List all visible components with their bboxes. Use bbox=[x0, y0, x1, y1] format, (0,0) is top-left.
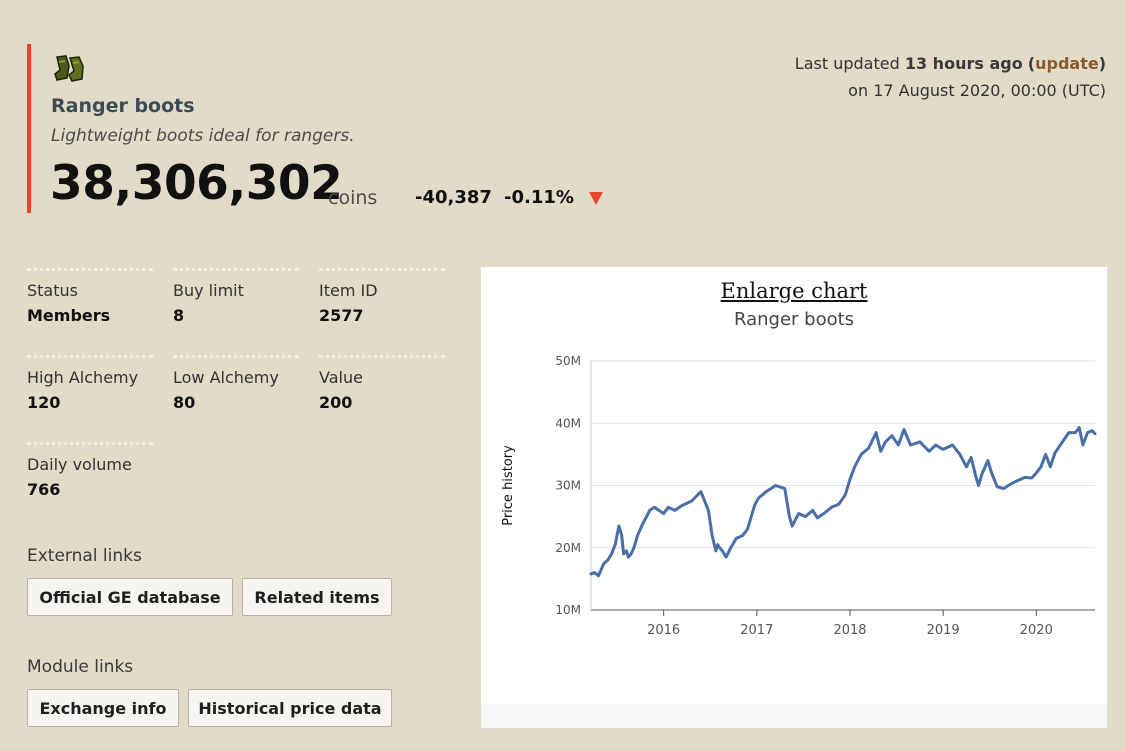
last-updated: Last updated 13 hours ago (update) on 17… bbox=[795, 50, 1106, 104]
info-daily-volume: Daily volume 766 bbox=[27, 442, 153, 499]
down-arrow-icon bbox=[589, 192, 603, 205]
item-header: Ranger boots Lightweight boots ideal for… bbox=[27, 44, 651, 213]
info-value: 200 bbox=[319, 393, 353, 412]
info-label: Daily volume bbox=[27, 455, 132, 474]
y-tick-label: 20M bbox=[555, 541, 581, 555]
dotted-divider bbox=[27, 355, 153, 358]
price-history-line bbox=[589, 426, 1097, 578]
update-link-open: ( bbox=[1027, 54, 1036, 73]
dotted-divider bbox=[319, 355, 445, 358]
x-tick-label: 2019 bbox=[927, 623, 960, 638]
dotted-divider bbox=[27, 268, 153, 271]
info-value: Members bbox=[27, 306, 111, 325]
y-axis-title: Price history bbox=[501, 445, 516, 526]
dotted-divider bbox=[173, 268, 299, 271]
x-tick-label: 2016 bbox=[647, 623, 680, 638]
last-updated-date: on 17 August 2020, 00:00 (UTC) bbox=[848, 81, 1106, 100]
update-link-close: ) bbox=[1098, 54, 1106, 73]
info-label: Value bbox=[319, 368, 363, 387]
info-status: Status Members bbox=[27, 268, 153, 325]
official-ge-database-button[interactable]: Official GE database bbox=[27, 578, 233, 616]
info-value: 80 bbox=[173, 393, 196, 412]
info-high-alchemy: High Alchemy 120 bbox=[27, 355, 153, 412]
info-value: 766 bbox=[27, 480, 61, 499]
price-change: -40,387 bbox=[415, 187, 492, 208]
y-tick-label: 40M bbox=[555, 416, 581, 430]
item-description: Lightweight boots ideal for rangers. bbox=[51, 126, 355, 146]
y-tick-label: 50M bbox=[555, 354, 581, 368]
info-label: Item ID bbox=[319, 281, 378, 300]
info-value: 2577 bbox=[319, 306, 364, 325]
x-tick-label: 2017 bbox=[740, 623, 773, 638]
info-value: 8 bbox=[173, 306, 185, 325]
price-history-chart: 10M 20M 30M 40M 50M 2016 2017 2018 2019 2020 Price… bbox=[501, 354, 1097, 638]
x-tick-label: 2020 bbox=[1020, 623, 1053, 638]
info-label: Low Alchemy bbox=[173, 368, 279, 387]
item-name: Ranger boots bbox=[51, 95, 195, 117]
related-items-button[interactable]: Related items bbox=[242, 578, 392, 616]
exchange-info-button[interactable]: Exchange info bbox=[27, 689, 179, 727]
historical-price-data-button[interactable]: Historical price data bbox=[188, 689, 392, 727]
info-value: 120 bbox=[27, 393, 61, 412]
price-change-percent: -0.11% bbox=[504, 187, 574, 208]
external-links-label: External links bbox=[27, 546, 142, 566]
price-unit: coins bbox=[328, 187, 378, 209]
last-updated-line: Last updated 13 hours ago (update) bbox=[795, 50, 1106, 77]
info-buy-limit: Buy limit 8 bbox=[173, 268, 299, 325]
update-link[interactable]: update bbox=[1035, 54, 1099, 73]
price-row: 38,306,302 coins -40,387 -0.11% bbox=[50, 156, 650, 216]
info-low-alchemy: Low Alchemy 80 bbox=[173, 355, 299, 412]
info-value-field: Value 200 bbox=[319, 355, 445, 412]
info-item-id: Item ID 2577 bbox=[319, 268, 445, 325]
last-updated-prefix: Last updated bbox=[794, 54, 900, 73]
info-label: Status bbox=[27, 281, 78, 300]
y-tick-label: 10M bbox=[555, 603, 581, 617]
module-links-label: Module links bbox=[27, 657, 134, 677]
last-updated-ago: 13 hours ago bbox=[904, 54, 1023, 73]
info-label: High Alchemy bbox=[27, 368, 139, 387]
dotted-divider bbox=[173, 355, 299, 358]
chart-footer bbox=[481, 704, 1107, 728]
y-tick-label: 30M bbox=[555, 479, 581, 493]
price-chart-panel: Enlarge chart Ranger boots 10M 20M 30M 40M 5… bbox=[481, 267, 1107, 728]
dotted-divider bbox=[27, 442, 153, 445]
ranger-boots-icon bbox=[53, 54, 87, 84]
info-label: Buy limit bbox=[173, 281, 244, 300]
dotted-divider bbox=[319, 268, 445, 271]
x-tick-label: 2018 bbox=[833, 623, 866, 638]
item-price: 38,306,302 bbox=[50, 156, 343, 211]
